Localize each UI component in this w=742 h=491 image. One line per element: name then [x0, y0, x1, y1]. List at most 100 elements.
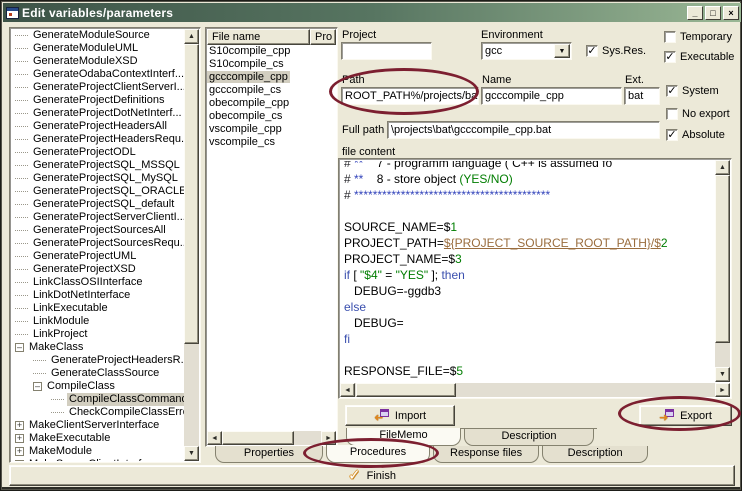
filelist-scroll-right-icon[interactable]: ► [321, 431, 336, 445]
title-bar[interactable]: Edit variables/parameters _ □ × [3, 3, 741, 22]
tree-item[interactable]: GenerateProjectXSD [11, 263, 184, 276]
tree-item[interactable]: GenerateProjectDefinitions [11, 94, 184, 107]
tree-item[interactable]: GenerateProjectClientServerI... [11, 81, 184, 94]
file-list-row[interactable]: obecompile_cpp [207, 97, 336, 110]
tab-procedures[interactable]: Procedures [326, 445, 430, 463]
tree-item[interactable]: +MakeServerClientInterf... [11, 458, 184, 461]
code-content: # ** 7 - programm language ( C++ is assu… [341, 161, 714, 381]
close-button[interactable]: × [723, 6, 739, 20]
checkbox-box[interactable]: ✓ [664, 51, 676, 63]
tree-item[interactable]: –MakeClass [11, 341, 184, 354]
tree-item[interactable]: GenerateProjectUML [11, 250, 184, 263]
tree-item[interactable]: LinkClassOSIInterface [11, 276, 184, 289]
tree-item[interactable]: GenerateProjectHeadersR... [11, 354, 184, 367]
column-header-file-name[interactable]: File name [207, 29, 310, 45]
tree-item[interactable]: GenerateClassSource [11, 367, 184, 380]
code-scroll-left-icon[interactable]: ◄ [340, 383, 355, 397]
checkbox-executable[interactable]: ✓Executable [664, 51, 734, 63]
minimize-button[interactable]: _ [687, 6, 703, 20]
tree-item[interactable]: GenerateModuleSource [11, 29, 184, 42]
expand-icon[interactable]: + [15, 434, 24, 443]
tree-item[interactable]: GenerateProjectSQL_default [11, 198, 184, 211]
tab-filememo[interactable]: FileMemo [346, 428, 461, 446]
tree-item[interactable]: GenerateProjectDotNetInterf... [11, 107, 184, 120]
export-button[interactable]: ➜ Export [639, 405, 732, 426]
tree-item[interactable]: CheckCompileClassError [11, 406, 184, 419]
tree-item[interactable]: GenerateProjectHeadersAll [11, 120, 184, 133]
tree-item[interactable]: LinkProject [11, 328, 184, 341]
environment-select[interactable]: gcc ▼ [481, 42, 572, 60]
maximize-button[interactable]: □ [705, 6, 721, 20]
checkbox-system[interactable]: ✓System [666, 85, 719, 97]
checkbox-box[interactable] [666, 108, 678, 120]
column-header-pro[interactable]: Pro [310, 29, 336, 45]
tree-item[interactable]: +MakeExecutable [11, 432, 184, 445]
checkbox-absolute[interactable]: ✓Absolute [666, 129, 725, 141]
tab-properties[interactable]: Properties [215, 446, 323, 463]
tree-item[interactable]: GenerateProjectSQL_ORACLE [11, 185, 184, 198]
name-field[interactable]: gcccompile_cpp [481, 87, 622, 105]
code-viewport[interactable]: # ** 7 - programm language ( C++ is assu… [341, 161, 714, 381]
code-hscroll-thumb[interactable] [356, 383, 456, 397]
import-button[interactable]: ➜ Import [345, 405, 455, 426]
checkbox-box[interactable] [664, 31, 676, 43]
tree-item[interactable]: GenerateProjectSourcesRequ... [11, 237, 184, 250]
tree-connector [15, 269, 28, 270]
checkbox-box[interactable]: ✓ [666, 85, 678, 97]
tree-item[interactable]: GenerateProjectServerClientI... [11, 211, 184, 224]
file-list-row[interactable]: S10compile_cpp [207, 45, 336, 58]
tree-item[interactable]: +MakeModule [11, 445, 184, 458]
tree-item[interactable]: GenerateModuleXSD [11, 55, 184, 68]
tree-scroll-up-icon[interactable]: ▲ [184, 29, 199, 44]
project-field[interactable] [341, 42, 432, 60]
file-content-editor[interactable]: # ** 7 - programm language ( C++ is assu… [338, 158, 732, 399]
file-list-row[interactable]: gcccompile_cpp [207, 71, 336, 84]
filelist-scroll-left-icon[interactable]: ◄ [207, 431, 222, 445]
checkbox-temporary[interactable]: Temporary [664, 31, 732, 43]
file-list-row[interactable]: obecompile_cs [207, 110, 336, 123]
tree-item[interactable]: GenerateProjectSourcesAll [11, 224, 184, 237]
procedure-tree[interactable]: GenerateModuleSourceGenerateModuleUMLGen… [9, 27, 201, 463]
code-scroll-down-icon[interactable]: ▼ [715, 367, 730, 382]
expand-icon[interactable]: + [15, 460, 24, 461]
environment-dropdown-icon[interactable]: ▼ [554, 44, 570, 58]
tree-item[interactable]: +MakeClientServerInterface [11, 419, 184, 432]
checkbox-sys-res[interactable]: ✓Sys.Res. [586, 45, 646, 57]
tree-item[interactable]: GenerateProjectODL [11, 146, 184, 159]
file-list-row[interactable]: gcccompile_cs [207, 84, 336, 97]
expand-icon[interactable]: + [15, 447, 24, 456]
tree-item[interactable]: GenerateProjectHeadersRequ... [11, 133, 184, 146]
path-field[interactable]: ROOT_PATH%/projects/bat [341, 87, 479, 105]
tree-item[interactable]: CompileClassCommand [11, 393, 184, 406]
full-path-field[interactable]: \projects\bat\gcccompile_cpp.bat [387, 121, 660, 139]
tree-scroll-down-icon[interactable]: ▼ [184, 446, 199, 461]
tree-item[interactable]: GenerateOdabaContextInterf... [11, 68, 184, 81]
tab-response-files[interactable]: Response files [433, 446, 539, 463]
file-list-row[interactable]: S10compile_cs [207, 58, 336, 71]
code-scroll-up-icon[interactable]: ▲ [715, 160, 730, 175]
file-list-row[interactable]: vscompile_cpp [207, 123, 336, 136]
code-vscroll-thumb[interactable] [715, 175, 730, 343]
tree-scroll-thumb[interactable] [184, 44, 199, 344]
checkbox-no-export[interactable]: No export [666, 108, 730, 120]
code-scroll-right-icon[interactable]: ► [715, 383, 730, 397]
tree-item[interactable]: LinkModule [11, 315, 184, 328]
finish-button[interactable]: ✓ Finish [9, 465, 735, 486]
filelist-scroll-thumb[interactable] [222, 431, 294, 445]
tree-item[interactable]: GenerateProjectSQL_MySQL [11, 172, 184, 185]
expand-icon[interactable]: + [15, 421, 24, 430]
tab-description[interactable]: Description [464, 429, 594, 446]
tree-item[interactable]: GenerateModuleUML [11, 42, 184, 55]
ext-field[interactable]: bat [624, 87, 660, 105]
checkbox-box[interactable]: ✓ [586, 45, 598, 57]
collapse-icon[interactable]: – [15, 343, 24, 352]
file-list-row[interactable]: vscompile_cs [207, 136, 336, 149]
file-list[interactable]: File name Pro S10compile_cppS10compile_c… [205, 27, 338, 447]
tree-item[interactable]: LinkExecutable [11, 302, 184, 315]
tree-item[interactable]: LinkDotNetInterface [11, 289, 184, 302]
collapse-icon[interactable]: – [33, 382, 42, 391]
tree-item[interactable]: –CompileClass [11, 380, 184, 393]
checkbox-box[interactable]: ✓ [666, 129, 678, 141]
tab-description[interactable]: Description [542, 446, 648, 463]
tree-item[interactable]: GenerateProjectSQL_MSSQL [11, 159, 184, 172]
